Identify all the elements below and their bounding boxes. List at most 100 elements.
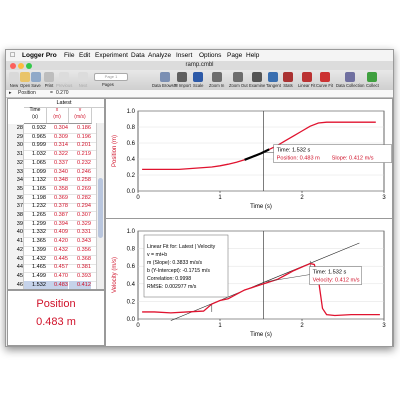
velocity-graph[interactable]: 0.0 0.2 0.4 0.6 0.8 1.0 0 1 2 3 Time (s) Velocity (… (105, 218, 393, 346)
velocity-graph-canvas[interactable]: 0.0 0.2 0.4 0.6 0.8 1.0 0 1 2 3 Time (s) Velocity (… (106, 219, 392, 346)
position-cell[interactable]: 0.409 (46, 228, 68, 237)
time-cell[interactable]: 1.232 (24, 202, 46, 211)
position-cell[interactable]: 0.358 (46, 185, 68, 194)
menu-file[interactable]: File (64, 50, 74, 61)
menu-page[interactable]: Page (227, 50, 242, 61)
time-cell[interactable]: 1.299 (24, 220, 46, 229)
minimize-window-icon[interactable] (18, 62, 24, 69)
menu-insert[interactable]: Insert (176, 50, 192, 61)
velocity-cell[interactable]: 0.196 (69, 133, 91, 142)
time-cell[interactable]: 1.198 (24, 194, 46, 203)
time-cell[interactable]: 1.165 (24, 185, 46, 194)
time-cell[interactable]: 1.332 (24, 228, 46, 237)
zoom-window-icon[interactable] (26, 62, 32, 69)
position-cell[interactable]: 0.309 (46, 133, 68, 142)
velocity-cell[interactable]: 0.258 (69, 176, 91, 185)
velocity-cell[interactable]: 0.356 (69, 246, 91, 255)
position-cell[interactable]: 0.457 (46, 263, 68, 272)
menu-options[interactable]: Options (199, 50, 221, 61)
position-cell[interactable]: 0.340 (46, 168, 68, 177)
position-graph[interactable]: 0.0 0.2 0.4 0.6 0.8 1.0 0 1 2 3 Time (s) Position (… (105, 98, 393, 219)
velocity-cell[interactable]: 0.269 (69, 185, 91, 194)
velocity-cell[interactable]: 0.393 (69, 272, 91, 281)
toolbar-zoom-in-button[interactable]: Zoom In (209, 72, 224, 88)
position-cell[interactable]: 0.470 (46, 272, 68, 281)
toolbar-curve-fit-button[interactable]: Curve Fit (316, 72, 333, 88)
time-cell[interactable]: 0.999 (24, 141, 46, 150)
column-header-position[interactable]: x (m) (46, 107, 69, 124)
velocity-cell[interactable]: 0.232 (69, 159, 91, 168)
position-cell[interactable]: 0.394 (46, 220, 68, 229)
page-selector[interactable]: Page 1 (94, 73, 128, 81)
position-cell[interactable]: 0.378 (46, 202, 68, 211)
menu-data[interactable]: Data (131, 50, 145, 61)
menu-app-name[interactable]: Logger Pro (22, 50, 57, 61)
velocity-cell[interactable]: 0.186 (69, 124, 91, 133)
time-cell[interactable]: 1.365 (24, 237, 46, 246)
velocity-cell[interactable]: 0.331 (69, 228, 91, 237)
time-cell[interactable]: 1.532 (24, 280, 46, 289)
position-cell[interactable]: 0.322 (46, 150, 68, 159)
menu-edit[interactable]: Edit (79, 50, 90, 61)
toolbar-tangent-button[interactable]: Tangent (266, 72, 281, 88)
scrollbar-thumb[interactable] (98, 178, 103, 238)
toolbar-zoom-out-button[interactable]: Zoom Out (229, 72, 248, 88)
position-cell[interactable]: 0.483 (46, 280, 68, 289)
column-header-time[interactable]: Time (s) (24, 107, 47, 124)
velocity-cell[interactable]: 0.343 (69, 237, 91, 246)
velocity-cell[interactable]: 0.412 (69, 280, 91, 289)
position-cell[interactable]: 0.304 (46, 124, 68, 133)
position-cell[interactable]: 0.420 (46, 237, 68, 246)
time-cell[interactable]: 1.032 (24, 150, 46, 159)
position-cell[interactable]: 0.337 (46, 159, 68, 168)
time-cell[interactable]: 0.965 (24, 133, 46, 142)
position-graph-canvas[interactable]: 0.0 0.2 0.4 0.6 0.8 1.0 0 1 2 3 Time (s) Position (… (106, 99, 392, 218)
position-cell[interactable]: 0.445 (46, 255, 68, 264)
toolbar-stats-button[interactable]: Stats (283, 72, 293, 88)
toolbar-print-button[interactable]: Print (44, 72, 54, 88)
time-cell[interactable]: 0.932 (24, 124, 46, 133)
toolbar-linear-fit-button[interactable]: Linear Fit (298, 72, 315, 88)
toolbar-new-button[interactable]: New (9, 72, 19, 88)
time-cell[interactable]: 1.065 (24, 159, 46, 168)
time-cell[interactable]: 1.132 (24, 176, 46, 185)
position-cell[interactable]: 0.348 (46, 176, 68, 185)
velocity-cell[interactable]: 0.219 (69, 150, 91, 159)
table-row[interactable]: 46 1.532 0.483 0.412 (8, 280, 104, 289)
velocity-cell[interactable]: 0.294 (69, 202, 91, 211)
close-window-icon[interactable] (10, 62, 16, 69)
toolbar-save-button[interactable]: Save (31, 72, 41, 88)
time-cell[interactable]: 1.399 (24, 246, 46, 255)
toolbar-ti-import-button[interactable]: TI Import (174, 72, 191, 88)
position-cell[interactable]: 0.387 (46, 211, 68, 220)
position-cell[interactable]: 0.314 (46, 141, 68, 150)
toolbar-scale-button[interactable]: Scale (193, 72, 203, 88)
velocity-cell[interactable]: 0.282 (69, 194, 91, 203)
time-cell[interactable]: 1.099 (24, 168, 46, 177)
toolbar-examine-button[interactable]: Examine (249, 72, 265, 88)
toolbar-previous-button[interactable]: Previous (56, 72, 72, 88)
velocity-cell[interactable]: 0.201 (69, 141, 91, 150)
time-cell[interactable]: 1.432 (24, 255, 46, 264)
time-cell[interactable]: 1.265 (24, 211, 46, 220)
toolbar-data-collection-button[interactable]: Data Collection (336, 72, 364, 88)
velocity-cell[interactable]: 0.307 (69, 211, 91, 220)
time-cell[interactable]: 1.499 (24, 272, 46, 281)
data-table[interactable]: Latest Time (s) x (m) v (m/s) 28 0.932 0.3… (7, 98, 105, 290)
velocity-cell[interactable]: 0.381 (69, 263, 91, 272)
velocity-cell[interactable]: 0.329 (69, 220, 91, 229)
velocity-cell[interactable]: 0.368 (69, 255, 91, 264)
toolbar-collect-button[interactable]: Collect (366, 72, 379, 88)
menu-help[interactable]: Help (246, 50, 259, 61)
menu-experiment[interactable]: Experiment (95, 50, 128, 61)
time-cell[interactable]: 1.465 (24, 263, 46, 272)
table-scrollbar[interactable] (96, 123, 104, 289)
apple-menu-icon[interactable]:  (10, 50, 15, 61)
velocity-cell[interactable]: 0.246 (69, 168, 91, 177)
position-cell[interactable]: 0.432 (46, 246, 68, 255)
position-cell[interactable]: 0.369 (46, 194, 68, 203)
toolbar-next-button[interactable]: Next (78, 72, 88, 88)
menu-analyze[interactable]: Analyze (148, 50, 171, 61)
column-header-velocity[interactable]: v (m/s) (69, 107, 92, 124)
toolbar-open-button[interactable]: Open (20, 72, 30, 88)
